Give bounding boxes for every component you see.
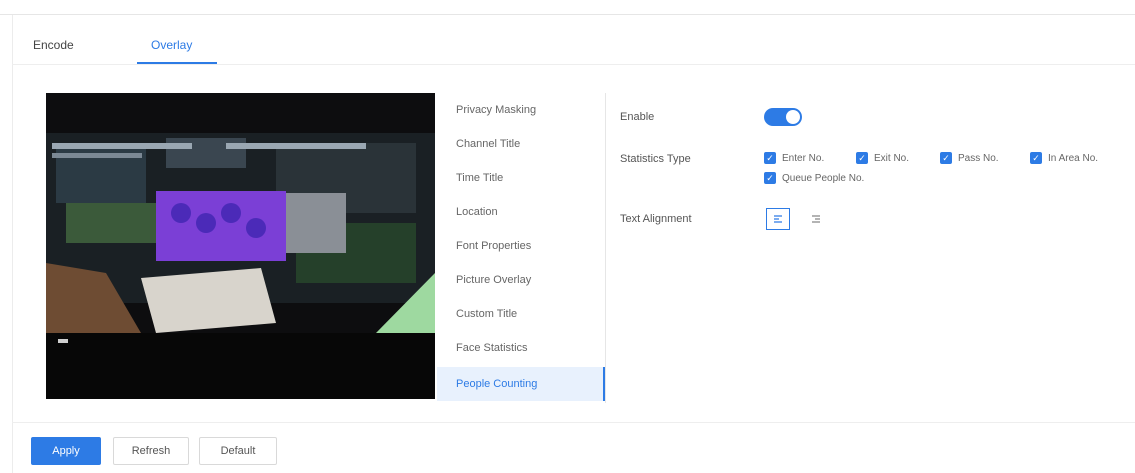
checkbox-label: Queue People No.: [782, 172, 865, 184]
menu-item-privacy-masking[interactable]: Privacy Masking: [437, 93, 605, 127]
text-alignment-label: Text Alignment: [620, 213, 692, 225]
menu-item-face-statistics[interactable]: Face Statistics: [437, 331, 605, 365]
video-preview: [46, 93, 435, 399]
overlay-menu: Privacy Masking Channel Title Time Title…: [437, 93, 605, 403]
enable-toggle[interactable]: [764, 108, 802, 126]
top-border: [0, 14, 1135, 15]
checkbox-checked-icon: ✓: [940, 152, 952, 164]
menu-item-channel-title[interactable]: Channel Title: [437, 127, 605, 161]
left-border: [12, 15, 13, 473]
right-align-icon[interactable]: [804, 208, 828, 230]
checkbox-label: In Area No.: [1048, 152, 1099, 164]
menu-item-custom-title[interactable]: Custom Title: [437, 297, 605, 331]
menu-item-people-counting[interactable]: People Counting: [437, 367, 605, 401]
checkbox-in-area-no[interactable]: ✓ In Area No.: [1030, 152, 1098, 164]
menu-item-time-title[interactable]: Time Title: [437, 161, 605, 195]
tab-overlay[interactable]: Overlay: [151, 38, 192, 52]
checkbox-checked-icon: ✓: [764, 172, 776, 184]
tabs-divider: [12, 64, 1135, 65]
tab-encode[interactable]: Encode: [33, 38, 74, 52]
checkbox-pass-no[interactable]: ✓ Pass No.: [940, 152, 999, 164]
apply-button[interactable]: Apply: [31, 437, 101, 465]
checkbox-checked-icon: ✓: [764, 152, 776, 164]
refresh-button[interactable]: Refresh: [113, 437, 189, 465]
checkbox-label: Exit No.: [874, 152, 910, 164]
statistics-type-label: Statistics Type: [620, 153, 691, 165]
checkbox-label: Enter No.: [782, 152, 825, 164]
menu-item-picture-overlay[interactable]: Picture Overlay: [437, 263, 605, 297]
toggle-knob: [786, 110, 800, 124]
left-align-icon[interactable]: [766, 208, 790, 230]
menu-item-location[interactable]: Location: [437, 195, 605, 229]
checkbox-exit-no[interactable]: ✓ Exit No.: [856, 152, 909, 164]
checkbox-enter-no[interactable]: ✓ Enter No.: [764, 152, 824, 164]
checkbox-checked-icon: ✓: [856, 152, 868, 164]
camera-image: [46, 93, 435, 399]
enable-label: Enable: [620, 111, 655, 123]
menu-divider: [605, 93, 606, 403]
default-button[interactable]: Default: [199, 437, 277, 465]
checkbox-label: Pass No.: [958, 152, 999, 164]
checkbox-queue-people-no[interactable]: ✓ Queue People No.: [764, 172, 864, 184]
footer-divider: [12, 422, 1135, 423]
checkbox-checked-icon: ✓: [1030, 152, 1042, 164]
menu-item-font-properties[interactable]: Font Properties: [437, 229, 605, 263]
